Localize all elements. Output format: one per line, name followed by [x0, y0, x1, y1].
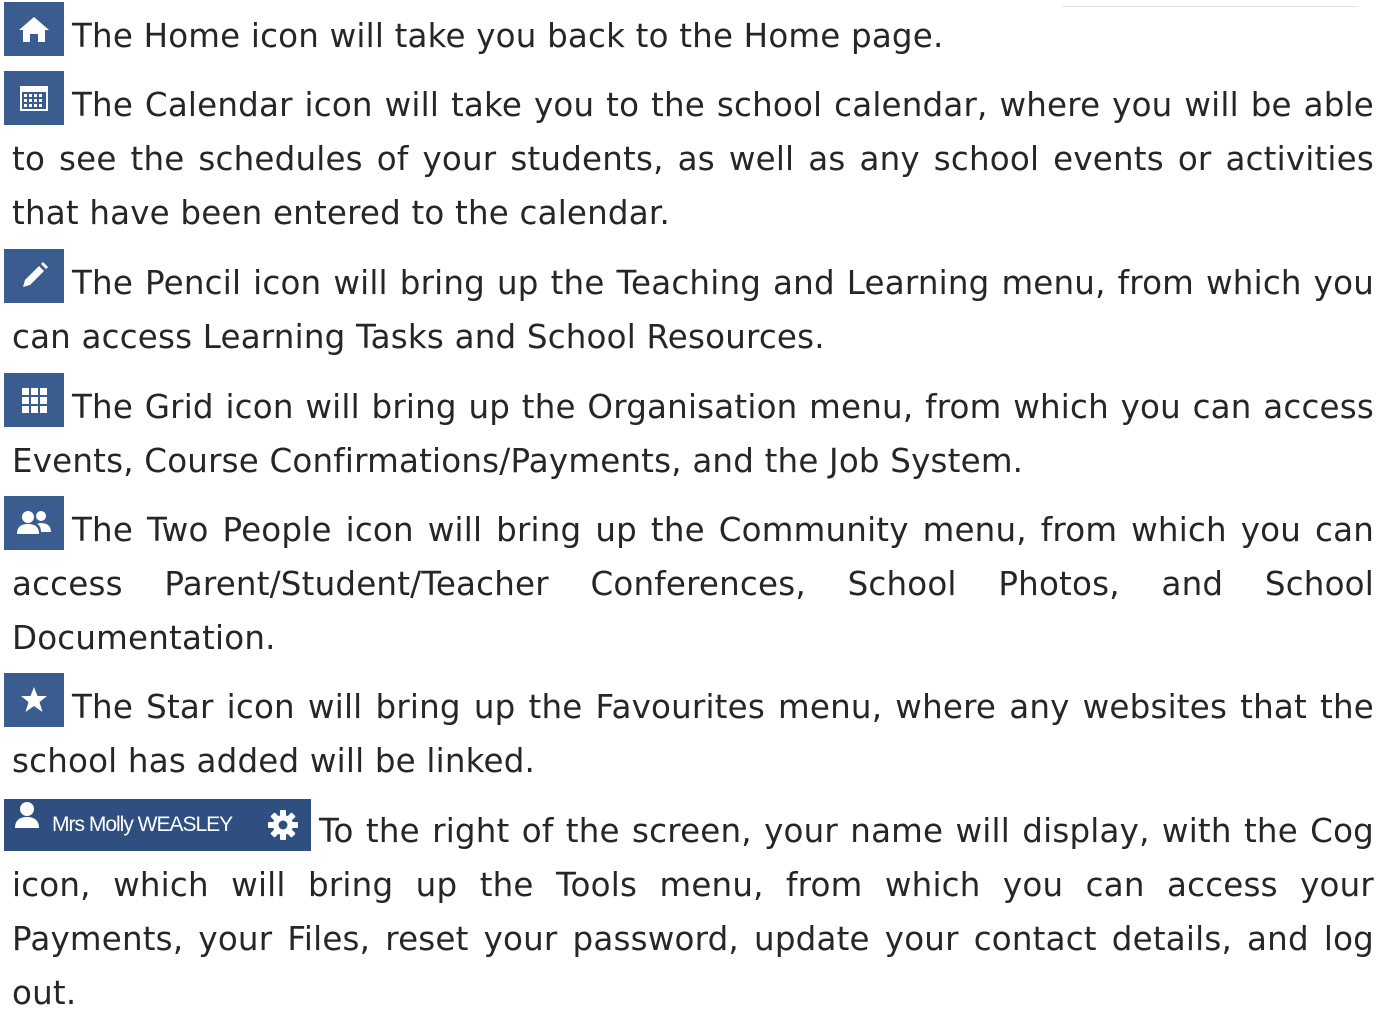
- pencil-text: The Pencil icon will bring up the Teachi…: [12, 264, 1374, 356]
- home-text: The Home icon will take you back to the …: [72, 17, 944, 55]
- two-people-icon: [4, 496, 64, 550]
- user-badge: Mrs Molly WEASLEY: [4, 799, 311, 851]
- calendar-text: The Calendar icon will take you to the s…: [12, 86, 1374, 232]
- tools-description: Mrs Molly WEASLEY To the right of the sc…: [4, 799, 1374, 1020]
- home-icon: [4, 2, 64, 56]
- user-name: Mrs Molly WEASLEY: [52, 813, 233, 837]
- pencil-icon: [4, 249, 64, 303]
- calendar-icon: [4, 71, 64, 125]
- grid-icon: [4, 373, 64, 427]
- star-icon: [4, 673, 64, 727]
- calendar-description: The Calendar icon will take you to the s…: [4, 71, 1374, 240]
- top-divider: [1062, 6, 1358, 7]
- star-description: The Star icon will bring up the Favourit…: [4, 673, 1374, 788]
- two-people-text: The Two People icon will bring up the Co…: [12, 511, 1374, 657]
- grid-text: The Grid icon will bring up the Organisa…: [12, 388, 1374, 480]
- home-description: The Home icon will take you back to the …: [4, 2, 1374, 63]
- person-icon: [14, 797, 40, 849]
- cog-icon: [267, 809, 299, 861]
- two-people-description: The Two People icon will bring up the Co…: [4, 496, 1374, 665]
- grid-description: The Grid icon will bring up the Organisa…: [4, 373, 1374, 488]
- pencil-description: The Pencil icon will bring up the Teachi…: [4, 249, 1374, 364]
- star-text: The Star icon will bring up the Favourit…: [12, 688, 1374, 780]
